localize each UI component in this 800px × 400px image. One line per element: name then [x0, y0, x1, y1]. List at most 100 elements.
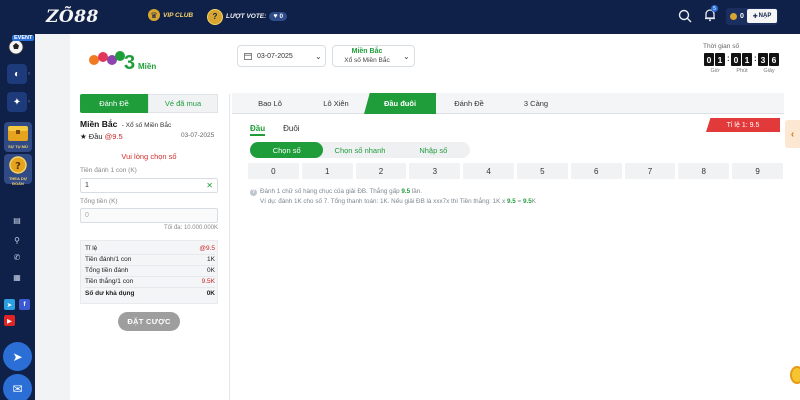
date-picker[interactable]: 03-07-2025 ⌄	[237, 45, 326, 67]
tab-purchased-tickets[interactable]: Vé đã mua	[148, 94, 218, 113]
digit-4[interactable]: 4	[463, 163, 514, 179]
info-icon: ?	[250, 189, 257, 196]
chevron-down-icon: ⌄	[315, 52, 322, 61]
hint-text: =	[517, 198, 522, 205]
vote-count-badge: ♥ 0	[269, 12, 288, 21]
vote-medal-icon: ?	[207, 8, 223, 25]
tab-dau-duoi[interactable]: Đầu đuôi	[364, 93, 436, 114]
bet-type-rate: @9.5	[104, 132, 123, 141]
sub-tabs: Đầu Đuôi	[250, 124, 300, 136]
event-label: EVENT	[12, 35, 35, 41]
select-number-alert: Vui lòng chọn số	[121, 152, 177, 161]
chat-support-button[interactable]: ✉	[3, 374, 32, 400]
amount-input[interactable]: 1 ✕	[80, 178, 218, 193]
date-value: 03-07-2025	[257, 52, 293, 60]
link-icon[interactable]: ⚲	[12, 235, 22, 245]
digit-1[interactable]: 1	[301, 163, 353, 179]
heart-icon: ♥	[273, 13, 278, 20]
tab-danh-de[interactable]: Đánh Đề	[436, 93, 502, 114]
summary-label: Tỉ lệ	[85, 245, 98, 252]
countdown-unit-hours: Giờ	[710, 68, 720, 74]
countdown-unit-minutes: Phút	[736, 68, 748, 74]
search-icon[interactable]	[678, 9, 692, 23]
notification-badge: 5	[711, 5, 718, 12]
tab-place-bet[interactable]: Đánh Đề	[80, 94, 148, 113]
chevron-right-icon: ›	[28, 71, 30, 77]
top-bar: ZÕ88 ♛ VIP CLUB ? LƯỢT VOTE: ♥ 0 5 0 ✚ N…	[0, 0, 800, 34]
chevron-right-icon: ›	[28, 99, 30, 105]
question-medal-icon: ?	[9, 156, 27, 174]
facebook-icon[interactable]: f	[19, 299, 30, 310]
telegram-contact-button[interactable]: ➤	[3, 342, 32, 371]
main-content: 3 Miền 03-07-2025 ⌄ Miền Bắc Xổ số Miền …	[70, 34, 800, 400]
digit-8[interactable]: 8	[678, 163, 730, 179]
countdown-separator: :	[727, 54, 730, 63]
topup-label: NẠP	[758, 13, 772, 19]
bet-type-name: ★ Đầu	[80, 132, 103, 141]
region-title: Miền Bắc	[351, 48, 383, 55]
bet-region: Miền Bắc - Xổ số Miền Bắc	[80, 119, 171, 129]
bet-type: ★ Đầu @9.5	[80, 132, 123, 141]
digit-0[interactable]: 0	[248, 163, 299, 179]
tab-3-cang[interactable]: 3 Càng	[502, 93, 570, 114]
gamepad-icon[interactable]: ✦	[7, 92, 27, 112]
tab-bao-lo[interactable]: Bao Lô	[232, 93, 308, 114]
pill-choose-number[interactable]: Chọn số	[250, 142, 324, 158]
total-label: Tổng tiền (K)	[80, 198, 118, 205]
countdown-separator: :	[754, 54, 757, 63]
hint-text: Đánh 1 chữ số hàng chục của giải ĐB. Thắ…	[260, 188, 400, 195]
document-icon[interactable]: ▦	[12, 272, 22, 282]
countdown-label: Thời gian số	[703, 43, 740, 50]
promo-fortune-banner[interactable]: SỰ TỤ MÙ	[4, 122, 32, 152]
svg-text:?: ?	[15, 161, 21, 172]
topup-button[interactable]: ✚ NẠP	[747, 9, 777, 23]
digit-2[interactable]: 2	[355, 163, 407, 179]
promo-fortune-label: SỰ TỤ MÙ	[8, 144, 28, 149]
region-subtitle: Xổ số Miền Bắc	[344, 57, 390, 64]
summary-value: 0K	[206, 290, 215, 297]
digit-5[interactable]: 5	[516, 163, 568, 179]
chevron-down-icon: ⌄	[403, 52, 410, 61]
crown-icon: ♛	[148, 9, 160, 21]
place-bet-button[interactable]: ĐẶT CƯỢC	[118, 312, 180, 331]
digit-9[interactable]: 9	[732, 163, 783, 179]
summary-row: Tiền thắng/1 con 9.5K	[85, 278, 215, 288]
tab-lo-xien[interactable]: Lô Xiên	[308, 93, 364, 114]
casino-icon[interactable]: ◐	[7, 64, 27, 84]
chevron-left-icon: ‹	[790, 128, 795, 140]
vote-count: 0	[279, 13, 284, 20]
side-rail: EVENT ◐ › ✦ › SỰ TỤ MÙ ? THEA DỰ ĐOÁN ▤ …	[0, 34, 35, 400]
countdown-digit: 1	[742, 53, 752, 66]
hint-rate: 9.5	[507, 198, 516, 205]
subtab-dau[interactable]: Đầu	[250, 124, 266, 136]
pill-quick-choose[interactable]: Chọn số nhanh	[323, 142, 396, 158]
collapse-panel-tab[interactable]: ‹	[785, 120, 800, 148]
region-select[interactable]: Miền Bắc Xổ số Miền Bắc ⌄	[332, 45, 415, 67]
youtube-icon[interactable]: ▶	[4, 315, 15, 326]
digit-6[interactable]: 6	[570, 163, 622, 179]
svg-text:Miền: Miền	[138, 62, 156, 71]
summary-row: Tiền đánh/1 con 1K	[85, 256, 215, 266]
subtab-duoi[interactable]: Đuôi	[283, 124, 299, 136]
total-placeholder: 0	[85, 212, 89, 219]
digit-3[interactable]: 3	[409, 163, 461, 179]
coin-icon	[730, 13, 737, 20]
digit-7[interactable]: 7	[624, 163, 676, 179]
balance-value: 0	[740, 13, 744, 20]
promo-predict-banner[interactable]: ? THEA DỰ ĐOÁN	[4, 154, 32, 186]
event-game-button[interactable]: EVENT	[2, 34, 35, 58]
vote-label: LƯỢT VOTE:	[226, 13, 267, 20]
brand-logo[interactable]: ZÕ88	[0, 0, 120, 34]
list-icon[interactable]: ▤	[12, 215, 22, 225]
phone-icon[interactable]: ✆	[12, 252, 22, 262]
telegram-icon[interactable]: ➤	[4, 299, 15, 310]
vote-button[interactable]: ? LƯỢT VOTE: ♥ 0	[207, 7, 288, 26]
floating-gift-button[interactable]	[790, 366, 800, 384]
countdown-digit: 3	[758, 53, 768, 66]
summary-label: Tiền thắng/1 con	[85, 278, 134, 285]
countdown-digit: 6	[769, 53, 779, 66]
clear-icon[interactable]: ✕	[206, 181, 213, 190]
vip-club-button[interactable]: ♛ VIP CLUB	[148, 9, 193, 21]
digit-grid: 0 1 2 3 4 5 6 7 8 9	[248, 163, 783, 179]
pill-enter-number[interactable]: Nhập số	[397, 142, 470, 158]
